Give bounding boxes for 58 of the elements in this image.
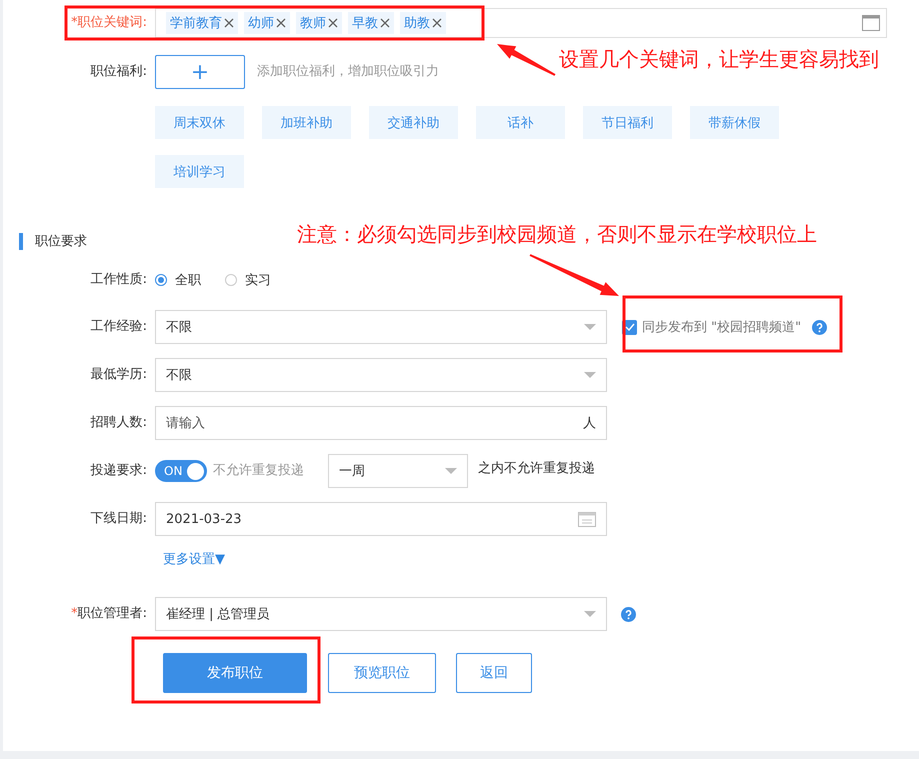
more-settings-link[interactable]: 更多设置▼ [163, 551, 225, 569]
dropdown-caret-icon [584, 324, 596, 330]
benefit-option[interactable]: 加班补助 [262, 106, 351, 139]
input-field[interactable]: 请输入 人 [155, 406, 607, 440]
checkbox-label: 同步发布到 "校园招聘频道" [642, 319, 802, 336]
field-label: 招聘人数: [90, 414, 148, 432]
date-field[interactable]: 2021-03-23 [155, 502, 607, 536]
keyword-tag[interactable]: 幼师 [244, 12, 290, 34]
action-button[interactable]: 返回 [456, 653, 532, 693]
keyword-tag[interactable]: 助教 [400, 12, 446, 34]
window-icon[interactable] [862, 15, 880, 31]
annotation-note: 注意：必须勾选同步到校园频道，否则不显示在学校职位上 [297, 222, 817, 246]
benefit-option[interactable]: 节日福利 [583, 106, 672, 139]
benefit-option[interactable]: 周末双休 [155, 106, 244, 139]
field-label: 职位福利: [90, 63, 148, 81]
close-icon[interactable] [432, 18, 442, 28]
action-button[interactable]: 预览职位 [328, 653, 436, 693]
select-field[interactable]: 一周 [328, 454, 468, 488]
pointer-arrow [497, 44, 556, 76]
keyword-tag[interactable]: 教师 [296, 12, 342, 34]
benefit-option[interactable]: 培训学习 [155, 155, 244, 188]
radio-icon[interactable] [155, 274, 167, 286]
add-button[interactable]: + [155, 55, 245, 89]
field-label: *职位管理者: [70, 605, 148, 623]
help-icon[interactable] [621, 606, 636, 622]
toggle-hint: 不允许重复投递 [213, 462, 304, 480]
field-label: 下线日期: [90, 510, 148, 528]
benefit-option[interactable]: 话补 [476, 106, 565, 139]
field-label: 最低学历: [90, 366, 148, 384]
help-icon[interactable] [812, 320, 828, 334]
field-label: *职位关键词: [70, 14, 148, 32]
field-hint: 之内不允许重复投递 [478, 460, 595, 478]
keyword-tag[interactable]: 早教 [348, 12, 394, 34]
field-label: 工作经验: [90, 318, 148, 336]
keyword-tag[interactable]: 学前教育 [166, 12, 238, 34]
keyword-field[interactable]: 学前教育 幼师 教师 早教 助教 [155, 8, 887, 38]
close-icon[interactable] [328, 18, 338, 28]
close-icon[interactable] [224, 18, 234, 28]
field-hint: 添加职位福利，增加职位吸引力 [257, 63, 439, 81]
dropdown-caret-icon [584, 372, 596, 378]
action-button[interactable]: 发布职位 [163, 653, 307, 693]
close-icon[interactable] [276, 18, 286, 28]
radio-icon[interactable] [225, 274, 237, 286]
select-field[interactable]: 不限 [155, 310, 607, 344]
field-label: 工作性质: [90, 271, 148, 289]
benefit-option[interactable]: 带薪休假 [690, 106, 779, 139]
field-label: 投递要求: [90, 462, 148, 480]
annotation-note: 设置几个关键词，让学生更容易找到 [559, 47, 879, 71]
select-field[interactable]: 不限 [155, 358, 607, 392]
select-field[interactable]: 崔经理 | 总管理员 [155, 597, 607, 631]
dropdown-caret-icon [584, 611, 596, 617]
toggle-switch[interactable]: ON [155, 460, 207, 482]
dropdown-caret-icon [445, 468, 457, 474]
radio-option[interactable]: 实习 [225, 270, 271, 290]
radio-option[interactable]: 全职 [155, 270, 201, 290]
benefit-option[interactable]: 交通补助 [369, 106, 458, 139]
close-icon[interactable] [380, 18, 390, 28]
checkmark-icon [624, 323, 634, 331]
